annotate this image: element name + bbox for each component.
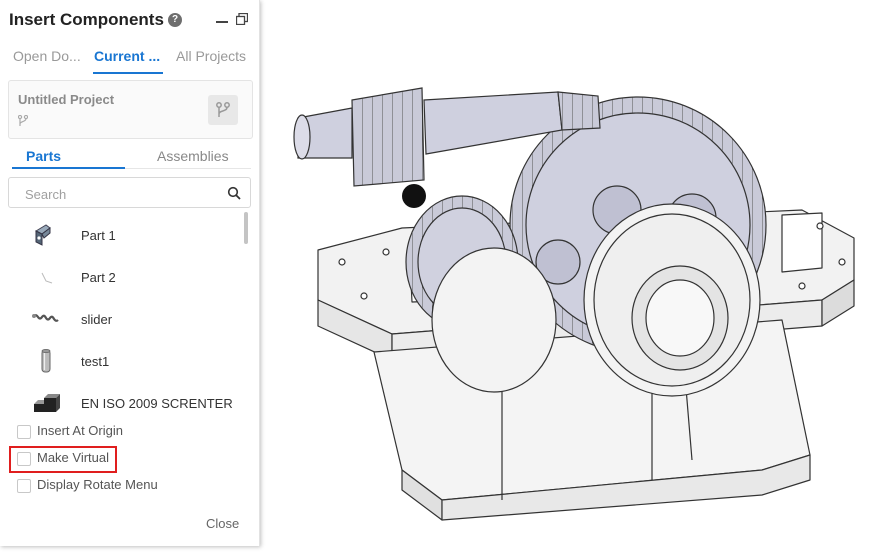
panel-title: Insert Components (9, 10, 164, 29)
subtab-assemblies[interactable]: Assemblies (157, 148, 229, 164)
spring-slider-icon (32, 314, 59, 322)
insert-components-panel: Insert Components ? Open Do... Current .… (0, 0, 260, 546)
part-label: slider (81, 312, 113, 327)
bracket-part-icon (34, 224, 51, 246)
list-item[interactable]: test1 (0, 341, 244, 383)
subtab-parts[interactable]: Parts (26, 148, 61, 164)
checkbox-label: Insert At Origin (37, 423, 123, 438)
tab-current-project[interactable]: Current ... (94, 48, 160, 64)
project-card: Untitled Project (8, 80, 253, 139)
git-branch-icon (216, 102, 230, 117)
branch-icon (18, 115, 28, 126)
shaft-end-cap (402, 184, 426, 208)
highlight-box (9, 446, 117, 473)
branch-button[interactable] (208, 95, 238, 125)
part-label: EN ISO 2009 SCRENTER (81, 396, 233, 411)
tab-open-documents[interactable]: Open Do... (13, 48, 81, 64)
project-title: Untitled Project (18, 92, 115, 107)
subtab-divider (125, 168, 251, 169)
popout-icon[interactable] (236, 13, 248, 25)
search-box (8, 177, 251, 208)
active-tab-indicator (93, 72, 163, 74)
checkbox-box[interactable] (17, 425, 31, 439)
cylinder-part-icon (41, 349, 51, 373)
active-subtab-indicator (12, 167, 125, 169)
search-input[interactable] (23, 184, 217, 204)
list-item[interactable]: Part 1 (0, 215, 244, 257)
help-icon[interactable]: ? (168, 13, 182, 27)
close-button[interactable]: Close (206, 516, 239, 531)
3d-viewport[interactable] (262, 0, 884, 560)
list-item[interactable]: EN ISO 2009 SCRENTER (0, 383, 244, 425)
list-item[interactable]: Part 2 (0, 257, 244, 299)
search-icon[interactable] (227, 186, 241, 200)
checkbox-box[interactable] (17, 479, 31, 493)
part-label: test1 (81, 354, 110, 369)
line-sketch-icon (41, 272, 53, 284)
part-label: Part 2 (81, 270, 116, 285)
part-label: Part 1 (81, 228, 116, 243)
step-block-icon (34, 394, 60, 412)
minimize-icon[interactable] (216, 12, 228, 26)
checkbox-label: Display Rotate Menu (37, 477, 158, 492)
list-scrollbar[interactable] (244, 212, 248, 244)
tab-all-projects[interactable]: All Projects (176, 48, 246, 64)
list-item[interactable]: slider (0, 299, 244, 341)
